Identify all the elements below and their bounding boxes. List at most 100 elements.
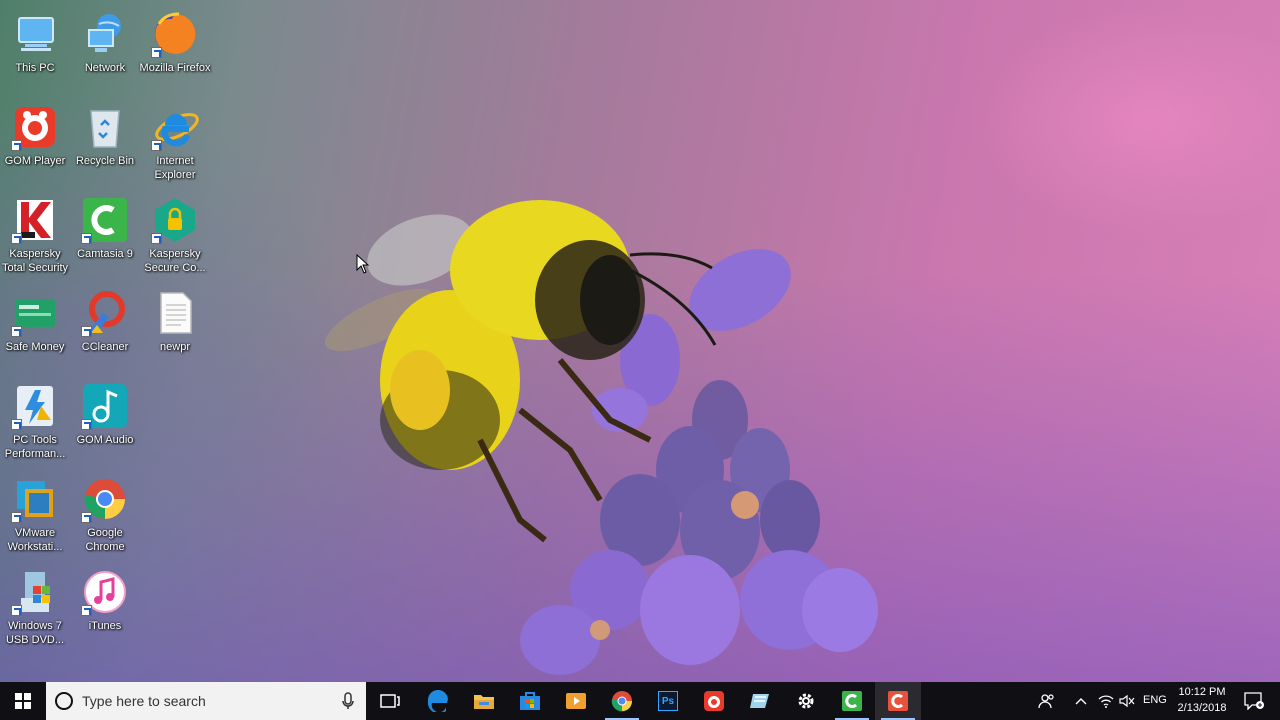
desktop-icon-label: newpr: [160, 341, 190, 353]
pc-tools-icon: [11, 382, 59, 430]
kaspersky-icon: [11, 196, 59, 244]
edge-icon: [427, 690, 448, 712]
desktop-icon-label: GOM Player: [4, 155, 66, 167]
vmware-icon: [11, 475, 59, 523]
firefox-icon: [151, 10, 199, 58]
taskbar-video-player[interactable]: [553, 682, 599, 720]
itunes-icon: [81, 568, 129, 616]
desktop-icon-gom-player[interactable]: GOM Player: [0, 99, 70, 191]
desktop-icon-vmware[interactable]: VMware Workstati...: [0, 471, 70, 563]
clock-date[interactable]: 2/13/2018: [1172, 702, 1232, 714]
desktop-icon-label: GOM Audio: [76, 434, 134, 446]
start-icon: [15, 693, 31, 709]
desktop-icon-itunes[interactable]: iTunes: [70, 564, 140, 656]
notifications-icon: [1244, 692, 1264, 710]
kaspersky-secure-icon: [151, 196, 199, 244]
desktop-icon-label: CCleaner: [81, 341, 129, 353]
safe-money-icon: [11, 289, 59, 337]
desktop-icon-label: VMware Workstati...: [7, 527, 63, 553]
network-tray-button[interactable]: [1094, 682, 1118, 720]
chevron-up-icon: [1075, 698, 1087, 705]
taskbar-camtasia-recorder[interactable]: [875, 682, 921, 720]
network-icon: [81, 10, 129, 58]
video-player-icon: [566, 693, 586, 709]
mouse-cursor-icon: [356, 254, 370, 274]
gom-audio-icon: [81, 382, 129, 430]
gom-player-icon: [11, 103, 59, 151]
camtasia-icon: [81, 196, 129, 244]
task-view-icon: [380, 694, 400, 708]
taskbar: Type here to search Ps ENG 10:12 PM 2/13…: [0, 682, 1280, 720]
desktop-icon-ccleaner[interactable]: CCleaner: [70, 285, 140, 377]
taskbar-gom-player[interactable]: [691, 682, 737, 720]
desktop-icon-label: Windows 7 USB DVD...: [5, 620, 65, 646]
desktop-icon-label: iTunes: [88, 620, 122, 632]
people-icon: [1038, 694, 1054, 709]
this-pc-icon: [11, 10, 59, 58]
desktop-icon-label: Google Chrome: [85, 527, 125, 553]
cortana-circle-icon: [55, 692, 73, 710]
recycle-bin-icon: [81, 103, 129, 151]
language-indicator[interactable]: ENG: [1143, 694, 1167, 706]
ccleaner-icon: [81, 289, 129, 337]
desktop-icon-safe-money[interactable]: Safe Money: [0, 285, 70, 377]
desktop[interactable]: This PC GOM Player Kaspersky Total Secur…: [0, 0, 1280, 682]
desktop-icon-label: Mozilla Firefox: [139, 62, 211, 74]
desktop-icon-pc-tools[interactable]: PC Tools Performan...: [0, 378, 70, 470]
desktop-icon-label: Kaspersky Secure Co...: [144, 248, 206, 274]
volume-tray-button[interactable]: [1116, 682, 1138, 720]
camtasia-recorder-icon: [888, 691, 908, 711]
desktop-icon-newpr[interactable]: newpr: [140, 285, 210, 377]
chrome-icon: [611, 691, 632, 712]
desktop-icon-recycle-bin[interactable]: Recycle Bin: [70, 99, 140, 191]
desktop-icon-network[interactable]: Network: [70, 6, 140, 98]
gom-player-icon: [704, 691, 724, 711]
notepad-icon: [750, 694, 769, 708]
desktop-icon-kaspersky[interactable]: Kaspersky Total Security: [0, 192, 70, 284]
desktop-icon-firefox[interactable]: Mozilla Firefox: [140, 6, 210, 98]
people-button[interactable]: [1025, 682, 1069, 720]
windows7-usb-icon: [11, 568, 59, 616]
desktop-icon-gom-audio[interactable]: GOM Audio: [70, 378, 140, 470]
desktop-icon-label: This PC: [15, 62, 55, 74]
internet-explorer-icon: [151, 103, 199, 151]
taskbar-store[interactable]: [507, 682, 553, 720]
taskbar-edge[interactable]: [415, 682, 461, 720]
photoshop-icon: Ps: [658, 691, 678, 711]
wifi-icon: [1098, 695, 1114, 708]
desktop-icon-label: Safe Money: [5, 341, 65, 353]
desktop-icon-label: Camtasia 9: [77, 248, 133, 260]
taskbar-file-explorer[interactable]: [461, 682, 507, 720]
desktop-icon-camtasia[interactable]: Camtasia 9: [70, 192, 140, 284]
desktop-icon-internet-explorer[interactable]: Internet Explorer: [140, 99, 210, 191]
desktop-icon-windows7-usb[interactable]: Windows 7 USB DVD...: [0, 564, 70, 656]
task-view-button[interactable]: [367, 682, 413, 720]
settings-icon: [798, 693, 814, 709]
camtasia-icon: [842, 691, 862, 711]
taskbar-settings[interactable]: [783, 682, 829, 720]
volume-muted-icon: [1119, 694, 1135, 708]
desktop-icon-this-pc[interactable]: This PC: [0, 6, 70, 98]
text-file-icon: [151, 289, 199, 337]
taskbar-notepad[interactable]: [737, 682, 783, 720]
taskbar-camtasia[interactable]: [829, 682, 875, 720]
start-button[interactable]: [0, 682, 46, 720]
store-icon: [520, 692, 540, 710]
desktop-icon-label: Recycle Bin: [75, 155, 135, 167]
desktop-icon-label: Kaspersky Total Security: [1, 248, 69, 274]
show-hidden-icons-button[interactable]: [1069, 682, 1093, 720]
desktop-icon-label: Network: [84, 62, 126, 74]
clock-time[interactable]: 10:12 PM: [1172, 686, 1232, 698]
search-placeholder: Type here to search: [82, 693, 206, 709]
desktop-icon-label: Internet Explorer: [154, 155, 196, 181]
action-center-button[interactable]: [1234, 682, 1274, 720]
taskbar-chrome[interactable]: [599, 682, 645, 720]
desktop-icon-google-chrome[interactable]: Google Chrome: [70, 471, 140, 563]
search-box[interactable]: Type here to search: [46, 682, 366, 720]
microphone-icon[interactable]: [342, 692, 354, 710]
desktop-icon-kaspersky-secure[interactable]: Kaspersky Secure Co...: [140, 192, 210, 284]
file-explorer-icon: [474, 695, 494, 709]
chrome-icon: [81, 475, 129, 523]
taskbar-photoshop[interactable]: Ps: [645, 682, 691, 720]
desktop-icon-label: PC Tools Performan...: [4, 434, 66, 460]
